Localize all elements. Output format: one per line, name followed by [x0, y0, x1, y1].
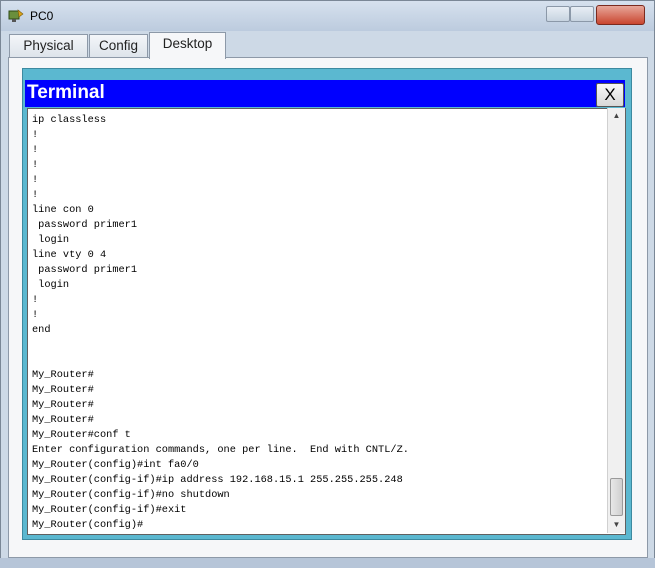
- terminal-line: My_Router(config-if)#ip address 192.168.…: [32, 474, 403, 486]
- terminal-line: My_Router(config)#: [32, 519, 144, 531]
- terminal-title: Terminal: [27, 82, 105, 103]
- terminal-line: login: [32, 279, 70, 291]
- terminal-line: My_Router#: [32, 399, 94, 411]
- terminal-line: !: [32, 189, 39, 201]
- terminal-line: Enter configuration commands, one per li…: [32, 444, 409, 456]
- terminal-line: !: [32, 294, 39, 306]
- terminal-line: !: [32, 174, 39, 186]
- terminal-line: login: [32, 234, 70, 246]
- packet-tracer-pc-icon: [8, 9, 24, 22]
- terminal-line: My_Router#: [32, 414, 94, 426]
- arrow-up-icon[interactable]: ▲: [608, 108, 625, 124]
- tab-physical[interactable]: Physical: [9, 34, 88, 58]
- tab-config-label: Config: [98, 38, 139, 53]
- tab-config[interactable]: Config: [89, 34, 148, 58]
- window-title: PC0: [30, 9, 54, 23]
- terminal-line: My_Router(config-if)#exit: [32, 504, 187, 516]
- terminal-line: My_Router(config)#int fa0/0: [32, 459, 199, 471]
- window-close-button[interactable]: [596, 5, 645, 25]
- terminal-line: My_Router(config-if)#no shutdown: [32, 489, 230, 501]
- terminal-line: password primer1: [32, 264, 138, 276]
- window-bottom-edge: [0, 558, 655, 568]
- terminal-line: My_Router#: [32, 384, 94, 396]
- tab-desktop[interactable]: Desktop: [149, 32, 226, 59]
- terminal-line: line con 0: [32, 204, 94, 216]
- terminal-close-button[interactable]: X: [596, 83, 624, 107]
- terminal-line: end: [32, 324, 51, 336]
- terminal-line: password primer1: [32, 219, 138, 231]
- terminal-line: My_Router#: [32, 369, 94, 381]
- tab-physical-label: Physical: [23, 38, 74, 53]
- arrow-down-icon[interactable]: ▼: [608, 517, 625, 533]
- terminal-line: ip classless: [32, 114, 107, 126]
- terminal-text[interactable]: ip classless ! ! ! ! ! line con 0 passwo…: [32, 113, 602, 533]
- terminal-line: !: [32, 129, 39, 141]
- maximize-button[interactable]: [570, 6, 594, 22]
- terminal-output[interactable]: ip classless ! ! ! ! ! line con 0 passwo…: [27, 108, 626, 535]
- terminal-line: line vty 0 4: [32, 249, 107, 261]
- terminal-header: Terminal: [25, 80, 625, 107]
- terminal-line: !: [32, 309, 39, 321]
- terminal-scrollbar[interactable]: ▲ ▼: [607, 108, 625, 533]
- tab-desktop-label: Desktop: [162, 36, 213, 51]
- terminal-line: My_Router#conf t: [32, 429, 131, 441]
- minimize-button[interactable]: [546, 6, 570, 22]
- terminal-line: !: [32, 144, 39, 156]
- terminal-line: !: [32, 159, 39, 171]
- scrollbar-thumb[interactable]: [610, 478, 623, 516]
- title-bar[interactable]: PC0: [1, 1, 654, 31]
